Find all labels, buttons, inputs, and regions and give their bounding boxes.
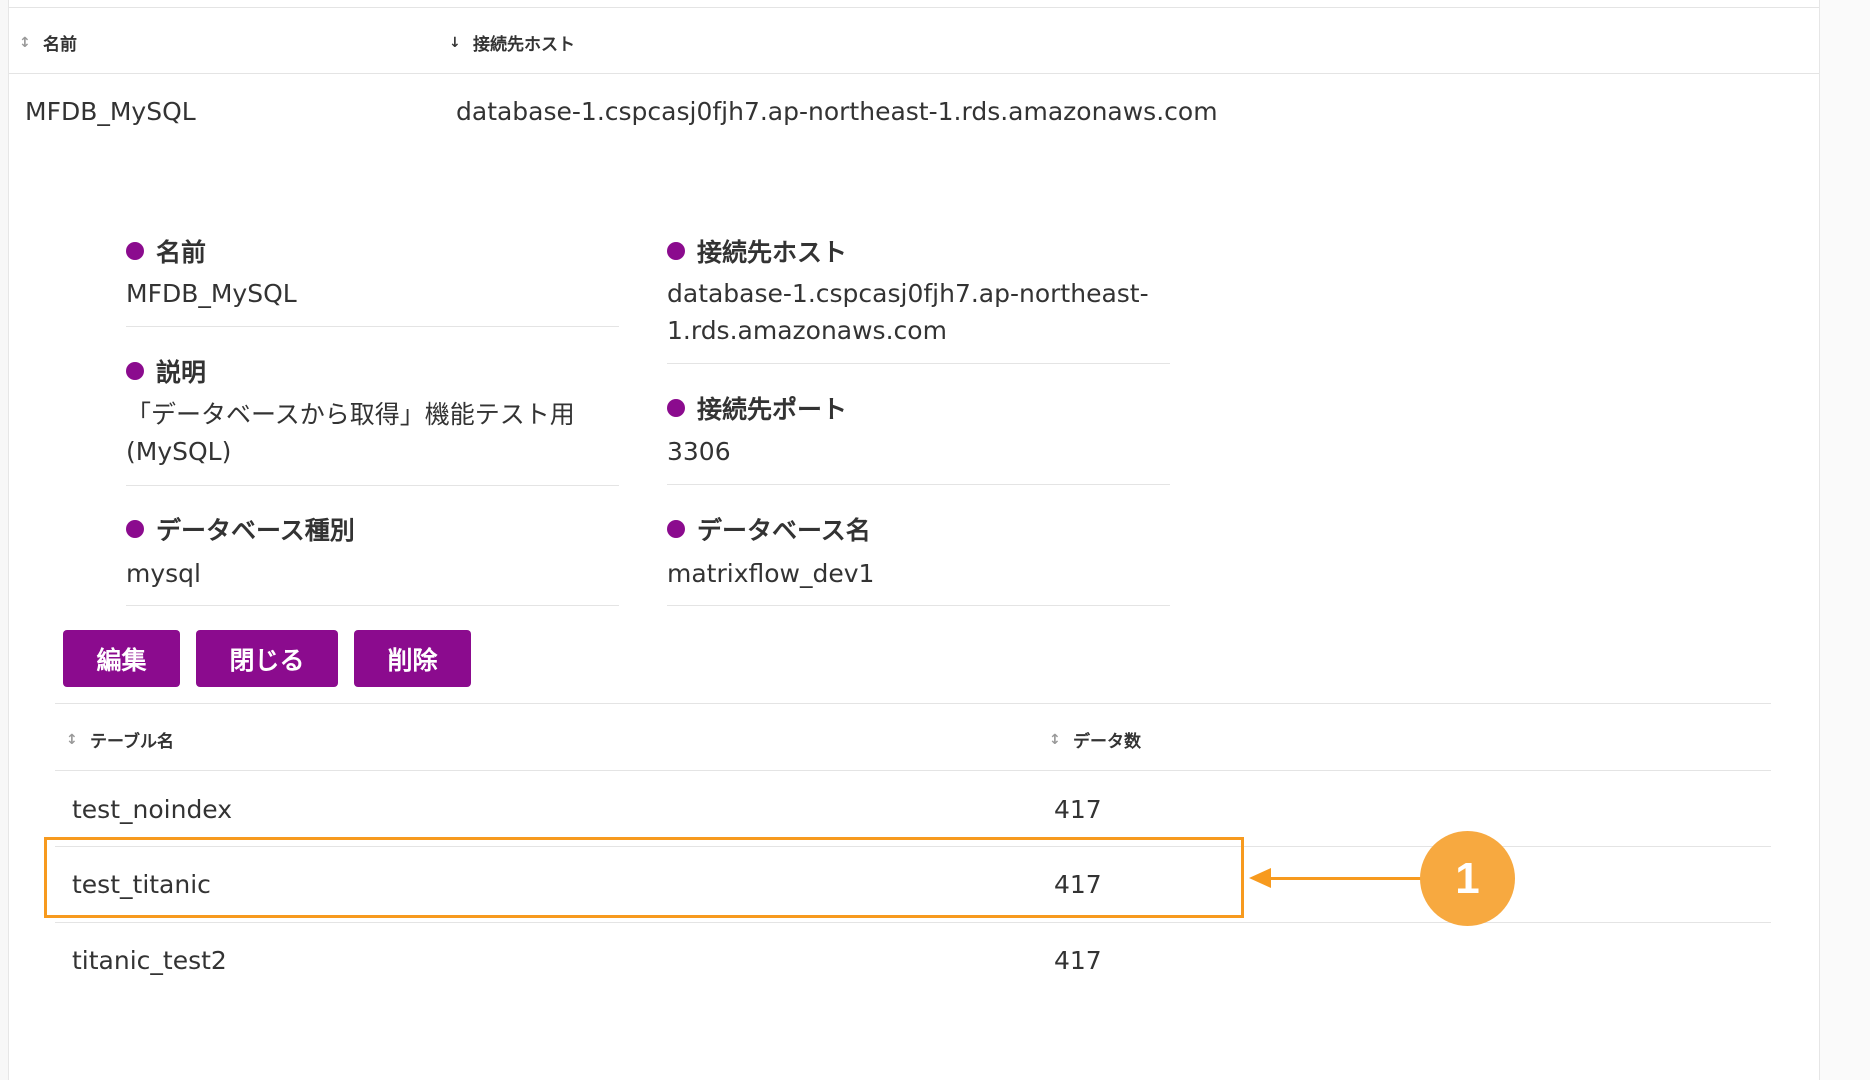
sort-icon: ↕ — [1049, 731, 1061, 748]
tables-top-divider — [55, 703, 1771, 704]
arrow-left-icon — [1249, 868, 1271, 888]
close-button[interactable]: 閉じる — [196, 630, 338, 687]
detail-name-label: 名前 — [126, 233, 206, 269]
column-header-data-count[interactable]: ↕ データ数 — [1049, 727, 1141, 753]
description-line: 「データベースから取得」機能テスト用 — [126, 400, 575, 429]
host-line: database-1.cspcasj0fjh7.ap-northeast- — [667, 279, 1149, 308]
detail-divider — [667, 484, 1170, 485]
row-name[interactable]: MFDB_MySQL — [25, 97, 196, 126]
database-panel: ↕ 名前 ↓ 接続先ホスト MFDB_MySQL database-1.cspc… — [8, 0, 1820, 1080]
host-line: 1.rds.amazonaws.com — [667, 316, 947, 345]
detail-name-value: MFDB_MySQL — [126, 279, 297, 308]
label-text: データベース名 — [697, 516, 871, 545]
row-host[interactable]: database-1.cspcasj0fjh7.ap-northeast-1.r… — [456, 97, 1218, 126]
detail-dbname-label: データベース名 — [667, 511, 871, 547]
table-row-count: 417 — [1054, 795, 1102, 824]
column-header-table-name[interactable]: ↕ テーブル名 — [66, 727, 174, 753]
detail-port-label: 接続先ポート — [667, 390, 847, 426]
column-header-host[interactable]: ↓ 接続先ホスト — [449, 30, 575, 56]
top-divider — [9, 7, 1819, 8]
detail-description-value: 「データベースから取得」機能テスト用 (MySQL) — [126, 396, 575, 470]
bullet-icon — [667, 520, 685, 538]
label-text: 接続先ポート — [697, 395, 848, 424]
label-text: 説明 — [156, 358, 207, 387]
column-header-label: テーブル名 — [90, 732, 174, 752]
bullet-icon — [667, 399, 685, 417]
annotation-arrow-line — [1267, 877, 1423, 880]
column-header-label: 接続先ホスト — [473, 35, 575, 55]
detail-divider — [126, 485, 619, 486]
scrollbar-track[interactable] — [1820, 0, 1870, 1080]
header-divider — [55, 770, 1771, 771]
edit-button[interactable]: 編集 — [63, 630, 180, 687]
row-divider — [55, 922, 1771, 923]
detail-divider — [126, 326, 619, 327]
sort-icon: ↕ — [66, 731, 78, 748]
detail-description-label: 説明 — [126, 353, 206, 389]
sort-icon: ↕ — [19, 34, 31, 51]
sort-down-icon: ↓ — [449, 34, 461, 51]
description-line: (MySQL) — [126, 437, 232, 466]
bullet-icon — [126, 520, 144, 538]
label-text: 名前 — [156, 238, 207, 267]
detail-port-value: 3306 — [667, 437, 731, 466]
delete-button[interactable]: 削除 — [354, 630, 471, 687]
detail-type-value: mysql — [126, 559, 201, 588]
detail-type-label: データベース種別 — [126, 511, 355, 547]
bullet-icon — [126, 242, 144, 260]
step-number-badge: 1 — [1420, 831, 1515, 926]
detail-host-label: 接続先ホスト — [667, 233, 847, 269]
label-text: データベース種別 — [156, 516, 355, 545]
label-text: 接続先ホスト — [697, 238, 848, 267]
header-divider — [9, 73, 1819, 74]
table-row-count: 417 — [1054, 946, 1102, 975]
column-header-label: 名前 — [43, 35, 77, 55]
bullet-icon — [667, 242, 685, 260]
detail-divider — [126, 605, 619, 606]
detail-divider — [667, 605, 1170, 606]
detail-dbname-value: matrixflow_dev1 — [667, 559, 875, 588]
highlight-box — [44, 837, 1244, 918]
bullet-icon — [126, 362, 144, 380]
detail-divider — [667, 363, 1170, 364]
column-header-label: データ数 — [1073, 732, 1141, 752]
table-row-name[interactable]: titanic_test2 — [72, 946, 227, 975]
table-row-name[interactable]: test_noindex — [72, 795, 232, 824]
column-header-name[interactable]: ↕ 名前 — [19, 30, 77, 56]
detail-host-value: database-1.cspcasj0fjh7.ap-northeast- 1.… — [667, 275, 1149, 349]
